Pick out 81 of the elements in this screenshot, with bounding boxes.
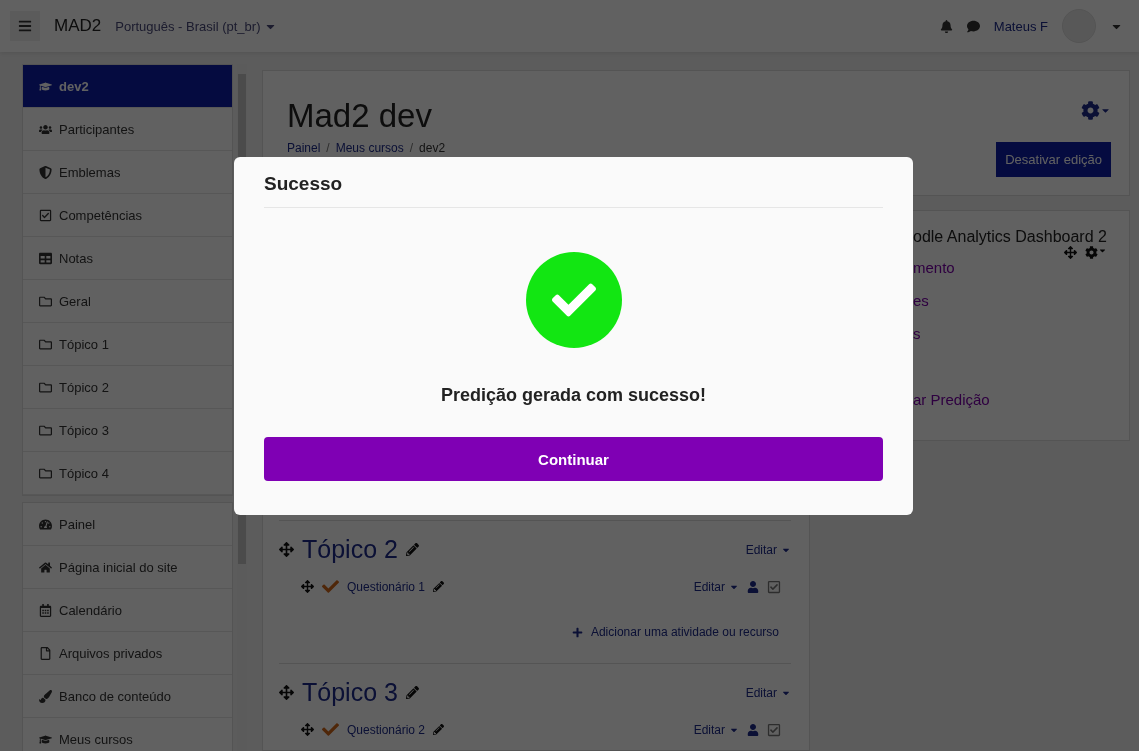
user-icon[interactable] — [747, 580, 759, 593]
user-name[interactable]: Mateus F — [993, 18, 1048, 34]
edit-mode-button[interactable]: Desativar edição — [996, 142, 1111, 177]
move-icon[interactable] — [1064, 246, 1077, 259]
settings-menu[interactable] — [1081, 101, 1111, 120]
sidebar-label: Notas — [59, 250, 93, 266]
breadcrumb-link[interactable]: Meus cursos — [335, 141, 404, 155]
messages-icon[interactable] — [966, 19, 980, 33]
language-menu[interactable]: Português - Brasil (pt_br) — [115, 18, 278, 34]
block-title: odle Analytics Dashboard 2 — [913, 228, 1108, 246]
pencil-icon[interactable] — [405, 686, 419, 699]
site-name: MAD2 — [54, 16, 102, 36]
move-icon[interactable] — [301, 723, 314, 736]
settings-icon[interactable] — [1085, 246, 1107, 259]
table-icon — [39, 251, 52, 265]
folder-icon — [39, 423, 52, 437]
sidebar-label: Tópico 2 — [59, 379, 109, 395]
block-link[interactable]: mento — [913, 259, 955, 292]
shield-icon — [39, 165, 52, 179]
pencil-icon[interactable] — [433, 581, 445, 592]
edit-menu[interactable]: Editar — [745, 542, 791, 557]
caret-icon — [1098, 246, 1107, 255]
folder-icon — [39, 466, 52, 480]
sidebar-label: Competências — [59, 207, 143, 223]
sidebar-item[interactable]: dev2 — [23, 65, 233, 108]
checkbox-icon[interactable] — [767, 722, 781, 737]
course-title: Mad2 dev — [287, 97, 433, 135]
home-icon — [39, 560, 52, 574]
dialog-message: Predição gerada com sucesso! — [440, 385, 707, 406]
sidebar-label: Tópico 1 — [59, 336, 109, 352]
users-icon — [39, 122, 52, 136]
breadcrumb-separator: / — [409, 141, 414, 155]
menu-button[interactable] — [10, 11, 40, 41]
sidebar-label: Emblemas — [59, 164, 121, 180]
file-icon — [39, 646, 52, 660]
breadcrumb-link[interactable]: Painel — [287, 141, 321, 155]
breadcrumb-separator: / — [326, 141, 330, 155]
folder-icon — [39, 337, 52, 351]
activity-link[interactable]: Questionário 2 — [347, 722, 426, 737]
sidebar-label: dev2 — [59, 78, 89, 94]
folder-icon — [39, 380, 52, 394]
sidebar-label: Geral — [59, 293, 91, 309]
quiz-icon — [322, 578, 339, 595]
edit-menu[interactable]: Editar — [745, 685, 791, 700]
checkbox-icon[interactable] — [767, 579, 781, 594]
brush-icon — [39, 689, 52, 703]
block-link[interactable]: ar Predição — [913, 391, 990, 424]
gauge-icon — [39, 517, 52, 531]
sidebar-label: Calendário — [59, 602, 122, 618]
activity-link[interactable]: Questionário 1 — [347, 579, 426, 594]
breadcrumb-link[interactable]: dev2 — [419, 141, 446, 155]
dialog-title: Sucesso — [264, 173, 883, 208]
pencil-icon[interactable] — [405, 543, 419, 556]
sidebar-label: Banco de conteúdo — [59, 688, 172, 704]
sidebar-label: Arquivos privados — [59, 645, 163, 661]
sidebar-label: Tópico 4 — [59, 465, 109, 481]
sidebar-label: Meus cursos — [59, 731, 133, 747]
topic-title[interactable]: Tópico 3 — [302, 678, 398, 707]
pencil-icon[interactable] — [433, 724, 445, 735]
calendar-icon — [39, 603, 52, 617]
add-activity-link[interactable]: Adicionar uma atividade ou recurso — [279, 595, 791, 647]
plus-icon — [571, 626, 583, 638]
checkbox-icon — [39, 208, 52, 222]
move-icon[interactable] — [301, 580, 314, 593]
sidebar-label: Página inicial do site — [59, 559, 178, 575]
edit-menu[interactable]: Editar — [693, 722, 739, 737]
edit-menu[interactable]: Editar — [693, 579, 739, 594]
user-icon[interactable] — [747, 723, 759, 736]
folder-icon — [39, 294, 52, 308]
sidebar-label: Painel — [59, 516, 96, 532]
sidebar-label: Participantes — [59, 121, 135, 137]
block-link[interactable]: s — [913, 325, 921, 358]
sidebar-label: Tópico 3 — [59, 422, 109, 438]
notifications-icon[interactable] — [939, 19, 953, 33]
quiz-icon — [322, 721, 339, 738]
move-icon[interactable] — [279, 542, 294, 557]
block-link[interactable]: es — [913, 292, 929, 325]
menu-icon — [18, 19, 32, 33]
move-icon[interactable] — [279, 685, 294, 700]
continue-button[interactable]: Continuar — [264, 437, 883, 481]
topic-title[interactable]: Tópico 2 — [302, 535, 398, 564]
